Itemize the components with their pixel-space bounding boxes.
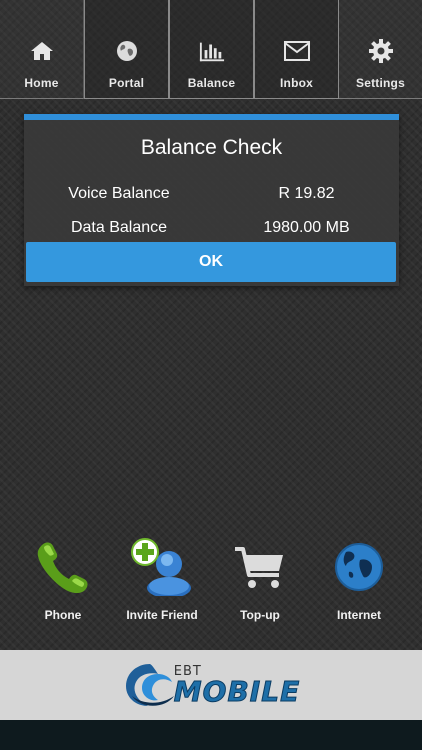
globe-icon — [309, 536, 409, 598]
phone-icon — [13, 536, 113, 598]
tab-label: Balance — [187, 76, 236, 90]
bottom-strip — [0, 720, 422, 750]
data-balance-label: Data Balance — [70, 219, 168, 236]
gear-icon — [368, 38, 394, 64]
footer: EBT MOBILE — [0, 650, 422, 720]
action-label: Internet — [336, 608, 381, 622]
tab-home[interactable]: Home — [0, 0, 84, 99]
internet-action[interactable]: Internet — [309, 536, 409, 622]
voice-balance-label: Voice Balance — [68, 185, 170, 202]
phone-action[interactable]: Phone — [13, 536, 113, 622]
logo-swirl-icon — [125, 664, 174, 706]
logo-big-text: MOBILE — [173, 674, 301, 708]
voice-balance-row: Voice Balance R 19.82 — [24, 185, 399, 209]
balance-dialog: Balance Check Voice Balance R 19.82 Data… — [24, 114, 399, 286]
tab-settings[interactable]: Settings — [339, 0, 422, 99]
cart-icon — [210, 536, 310, 598]
ok-button[interactable]: OK — [26, 242, 396, 282]
invite-friend-icon — [112, 536, 212, 598]
bar-chart-icon — [199, 38, 225, 64]
globe-icon — [114, 38, 140, 64]
quick-actions: Phone Invite Friend Top-up Internet — [0, 536, 422, 636]
invite-friend-action[interactable]: Invite Friend — [112, 536, 212, 622]
envelope-icon — [283, 38, 310, 64]
action-label: Phone — [44, 608, 82, 622]
tab-portal[interactable]: Portal — [84, 0, 169, 99]
home-icon — [29, 38, 55, 64]
tab-label: Home — [24, 76, 59, 90]
tab-label: Settings — [356, 76, 405, 90]
app-background: Home Portal Balance Inbox Settings Balan… — [0, 0, 422, 650]
tab-inbox[interactable]: Inbox — [254, 0, 339, 99]
dialog-title: Balance Check — [140, 136, 283, 159]
action-label: Invite Friend — [126, 608, 198, 622]
data-balance-row: Data Balance 1980.00 MB — [24, 219, 399, 243]
top-up-action[interactable]: Top-up — [210, 536, 310, 622]
top-tab-bar: Home Portal Balance Inbox Settings — [0, 0, 422, 99]
tab-label: Inbox — [280, 76, 313, 90]
tab-balance[interactable]: Balance — [169, 0, 254, 99]
voice-balance-value: R 19.82 — [278, 185, 335, 202]
ebt-mobile-logo: EBT MOBILE — [122, 660, 300, 710]
data-balance-value: 1980.00 MB — [263, 219, 350, 236]
action-label: Top-up — [240, 608, 280, 622]
tab-label: Portal — [108, 76, 145, 90]
